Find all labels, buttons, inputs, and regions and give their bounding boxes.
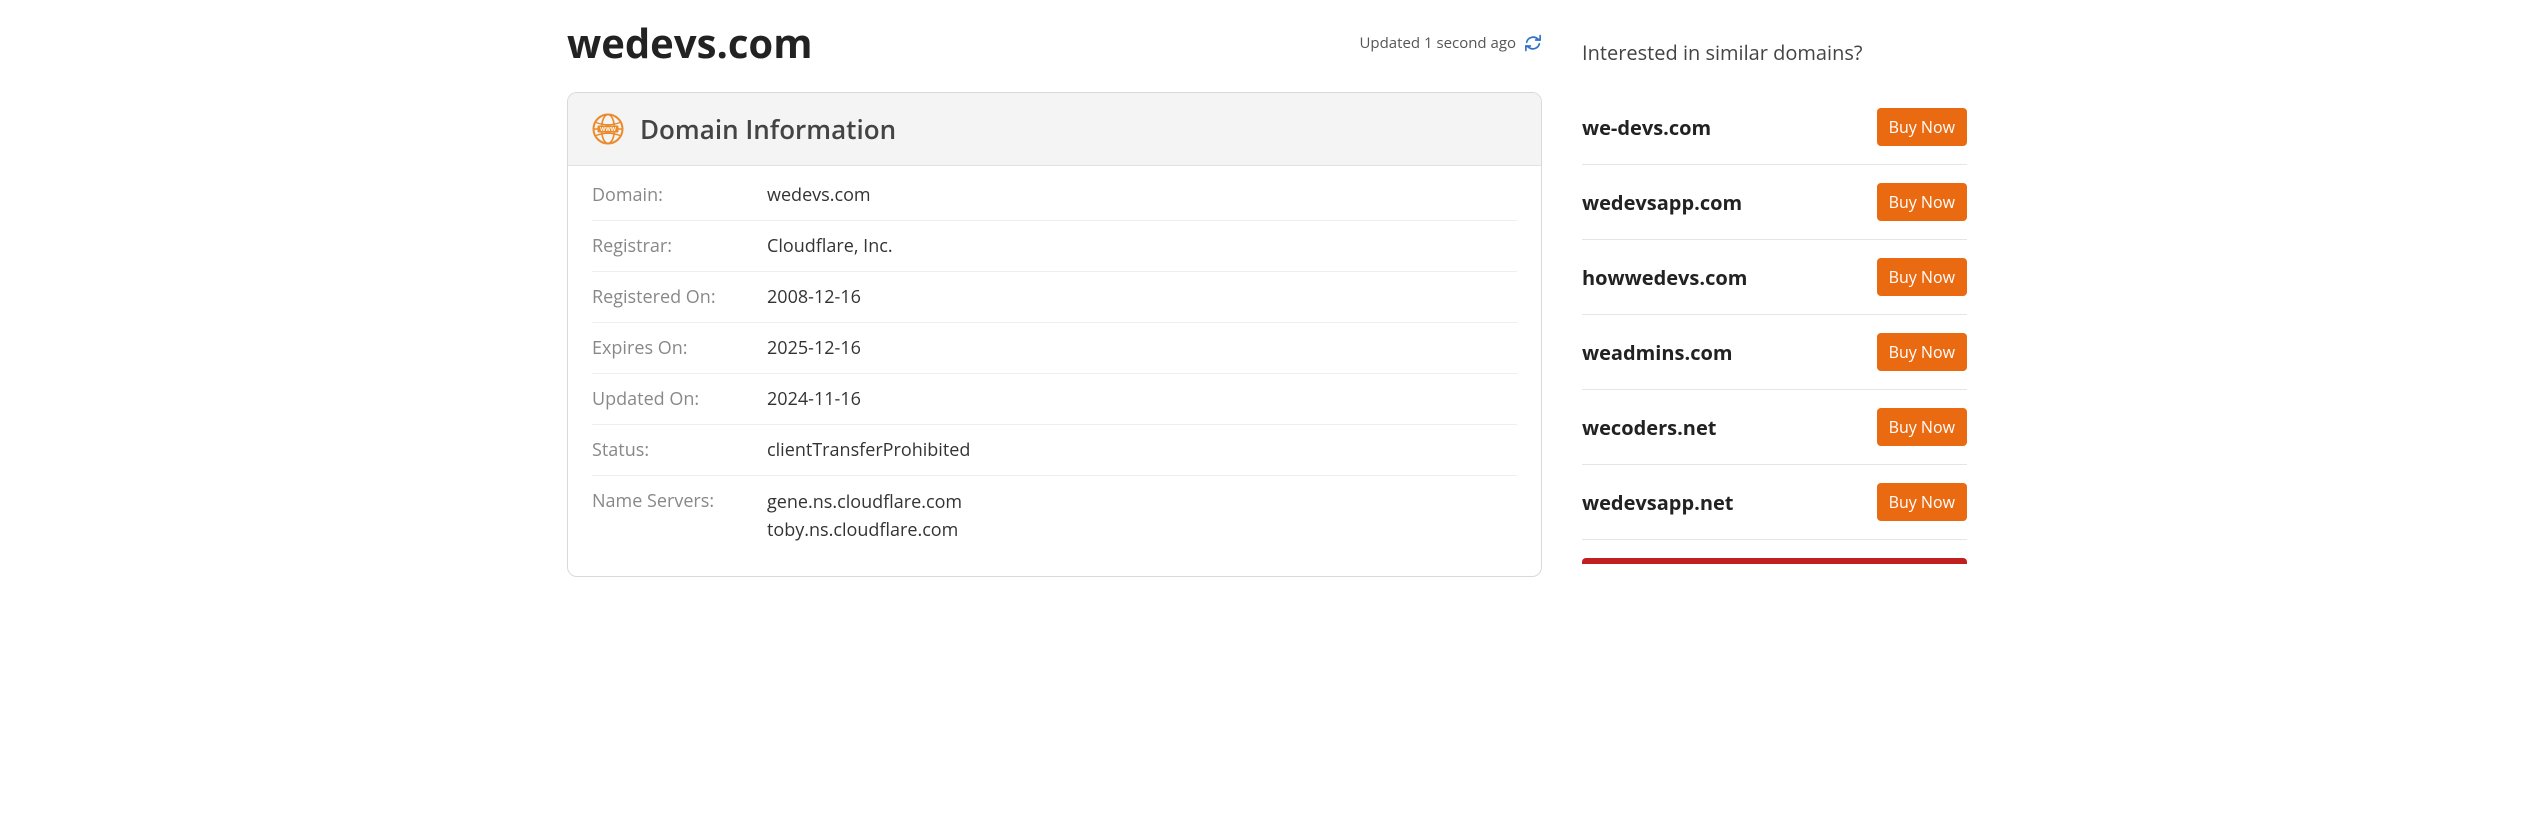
updated-timestamp: Updated 1 second ago [1360, 33, 1517, 53]
info-label: Updated On: [592, 374, 767, 425]
buy-now-button[interactable]: Buy Now [1877, 183, 1967, 221]
info-label: Status: [592, 425, 767, 476]
similar-domains-title: Interested in similar domains? [1582, 39, 1967, 66]
buy-now-button[interactable]: Buy Now [1877, 108, 1967, 146]
info-label: Domain: [592, 170, 767, 221]
similar-domain-row: weadmins.com Buy Now [1582, 315, 1967, 390]
similar-domain-name: we-devs.com [1582, 114, 1711, 141]
info-value: 2008-12-16 [767, 272, 1517, 323]
info-value: gene.ns.cloudflare.com toby.ns.cloudflar… [767, 476, 1517, 558]
info-row-domain: Domain: wedevs.com [592, 170, 1517, 221]
info-value: 2024-11-16 [767, 374, 1517, 425]
buy-now-button[interactable]: Buy Now [1877, 333, 1967, 371]
similar-domain-row: wedevsapp.com Buy Now [1582, 165, 1967, 240]
similar-domain-row: howwedevs.com Buy Now [1582, 240, 1967, 315]
promo-bar-top [1582, 558, 1967, 564]
card-title: Domain Information [640, 111, 896, 147]
refresh-icon[interactable] [1524, 34, 1542, 52]
info-row-status: Status: clientTransferProhibited [592, 425, 1517, 476]
similar-domain-row: wecoders.net Buy Now [1582, 390, 1967, 465]
info-value: 2025-12-16 [767, 323, 1517, 374]
buy-now-button[interactable]: Buy Now [1877, 483, 1967, 521]
similar-domain-row: wedevsapp.net Buy Now [1582, 465, 1967, 540]
info-value: Cloudflare, Inc. [767, 221, 1517, 272]
similar-domain-name: weadmins.com [1582, 339, 1733, 366]
info-row-expires-on: Expires On: 2025-12-16 [592, 323, 1517, 374]
buy-now-button[interactable]: Buy Now [1877, 408, 1967, 446]
page-title: wedevs.com [567, 15, 812, 70]
domain-information-card: WWW Domain Information Domain: wedevs.co… [567, 92, 1542, 577]
info-value: clientTransferProhibited [767, 425, 1517, 476]
similar-domain-name: wecoders.net [1582, 414, 1716, 441]
info-row-registrar: Registrar: Cloudflare, Inc. [592, 221, 1517, 272]
nameserver-value: gene.ns.cloudflare.com [767, 489, 1517, 517]
info-label: Registrar: [592, 221, 767, 272]
www-icon: WWW [592, 113, 624, 145]
info-value: wedevs.com [767, 170, 1517, 221]
info-row-updated-on: Updated On: 2024-11-16 [592, 374, 1517, 425]
buy-now-button[interactable]: Buy Now [1877, 258, 1967, 296]
info-row-registered-on: Registered On: 2008-12-16 [592, 272, 1517, 323]
similar-domain-name: howwedevs.com [1582, 264, 1747, 291]
svg-text:WWW: WWW [600, 127, 617, 133]
info-row-name-servers: Name Servers: gene.ns.cloudflare.com tob… [592, 476, 1517, 558]
info-label: Name Servers: [592, 476, 767, 558]
similar-domain-name: wedevsapp.net [1582, 489, 1733, 516]
nameserver-value: toby.ns.cloudflare.com [767, 517, 1517, 545]
info-label: Expires On: [592, 323, 767, 374]
similar-domain-name: wedevsapp.com [1582, 189, 1742, 216]
similar-domain-row: we-devs.com Buy Now [1582, 90, 1967, 165]
info-label: Registered On: [592, 272, 767, 323]
